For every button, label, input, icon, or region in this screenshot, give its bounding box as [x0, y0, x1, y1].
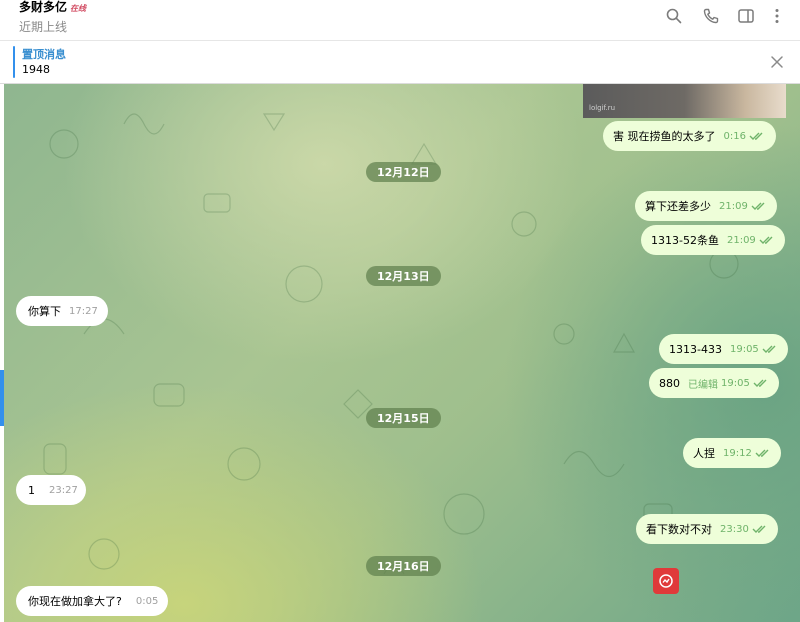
message-time: 19:05 — [721, 377, 750, 389]
message-bubble[interactable]: 人捏 19:12 — [683, 438, 781, 468]
message-bubble[interactable]: 看下数对不对 23:30 — [636, 514, 778, 544]
search-icon[interactable] — [665, 7, 683, 25]
phone-icon[interactable] — [702, 7, 720, 25]
message-time: 19:12 — [723, 447, 752, 459]
chat-area[interactable]: lolgif.ru 害 现在捞鱼的太多了 0:16 12月12日 算下还差多少 … — [4, 84, 800, 622]
message-bubble[interactable]: 1313-52条鱼 21:09 — [641, 225, 785, 255]
close-icon[interactable] — [770, 54, 784, 68]
photo-message[interactable]: lolgif.ru — [583, 84, 786, 118]
date-separator: 12月16日 — [366, 556, 441, 576]
date-separator: 12月12日 — [366, 162, 441, 182]
floating-app-icon[interactable] — [653, 568, 679, 594]
read-check-icon — [753, 379, 767, 387]
message-bubble[interactable]: 880 已编辑 19:05 — [649, 368, 779, 398]
message-time: 0:16 — [723, 130, 746, 142]
message-time: 23:30 — [720, 523, 749, 535]
chat-header[interactable]: 多财多亿 在线 近期上线 — [0, 0, 800, 41]
read-check-icon — [751, 202, 765, 210]
message-time: 23:27 — [49, 484, 78, 496]
sidebar-icon[interactable] — [737, 7, 755, 25]
message-bubble[interactable]: 算下还差多少 21:09 — [635, 191, 777, 221]
message-text: 880 — [659, 376, 680, 390]
read-check-icon — [752, 525, 766, 533]
message-bubble[interactable]: 1313-433 19:05 — [659, 334, 788, 364]
message-bubble[interactable]: 害 现在捞鱼的太多了 0:16 — [603, 121, 776, 151]
name-tag: 在线 — [70, 4, 87, 13]
message-text: 算下还差多少 — [645, 200, 711, 213]
left-edge-indicator — [0, 370, 4, 426]
chat-status: 近期上线 — [19, 20, 68, 34]
read-check-icon — [749, 132, 763, 140]
date-separator: 12月15日 — [366, 408, 441, 428]
message-text: 害 现在捞鱼的太多了 — [613, 130, 716, 143]
message-text: 1313-433 — [669, 342, 722, 356]
message-text: 1313-52条鱼 — [651, 234, 719, 247]
date-separator: 12月13日 — [366, 266, 441, 286]
message-text: 人捏 — [693, 447, 715, 460]
read-check-icon — [762, 345, 776, 353]
pinned-text: 1948 — [22, 63, 50, 76]
message-bubble[interactable]: 你现在做加拿大了? 0:05 — [16, 586, 169, 616]
read-check-icon — [759, 236, 773, 244]
message-time: 0:05 — [135, 595, 159, 607]
chat-title-wrap[interactable]: 多财多亿 在线 — [19, 0, 86, 14]
message-bubble[interactable]: 你算下 17:27 — [16, 296, 108, 326]
message-time: 19:05 — [729, 343, 759, 355]
message-text: 你现在做加拿大了? — [28, 595, 122, 608]
message-time: 21:09 — [726, 234, 756, 246]
message-text: 1 — [28, 483, 35, 497]
photo-watermark: lolgif.ru — [589, 104, 616, 112]
message-time: 21:09 — [719, 200, 748, 212]
message-text: 看下数对不对 — [646, 523, 712, 536]
chat-name[interactable]: 多财多亿 — [19, 0, 67, 14]
message-time: 17:27 — [69, 305, 98, 317]
pinned-message-bar[interactable]: 置顶消息 1948 — [0, 41, 800, 84]
message-text: 你算下 — [28, 305, 61, 318]
more-icon[interactable] — [768, 7, 786, 25]
pinned-title: 置顶消息 — [22, 48, 66, 61]
edited-label: 已编辑 — [688, 379, 718, 391]
read-check-icon — [755, 449, 769, 457]
message-bubble[interactable]: 1 23:27 — [16, 475, 86, 505]
pinned-indicator — [13, 46, 15, 78]
